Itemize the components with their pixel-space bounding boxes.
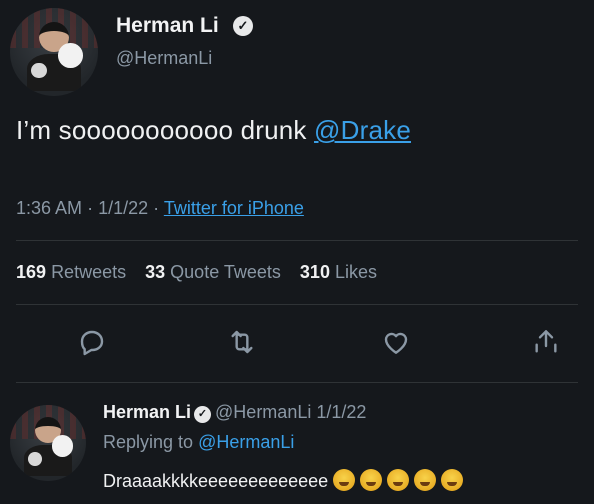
reply-date[interactable]: 1/1/22: [316, 402, 366, 422]
replying-to-label: Replying to: [103, 432, 194, 452]
reply-button[interactable]: [72, 322, 112, 362]
reply-text-body: Draaaakkkkeeeeeeeeeeeee: [103, 471, 329, 491]
share-button[interactable]: [526, 322, 566, 362]
author-name[interactable]: Herman Li: [116, 14, 219, 38]
retweets-stat[interactable]: 169 Retweets: [16, 262, 126, 282]
author-avatar[interactable]: [10, 8, 98, 96]
quotes-stat[interactable]: 33 Quote Tweets: [145, 262, 281, 282]
like-button[interactable]: [376, 322, 416, 362]
verified-badge-icon: ✓: [194, 406, 212, 423]
reply-author-name[interactable]: Herman Li: [103, 402, 191, 422]
crying-face-emoji-icon: [441, 469, 464, 491]
divider: [16, 382, 578, 383]
quotes-count: 33: [145, 262, 166, 282]
crying-face-emoji-icon: [387, 469, 410, 491]
retweets-label: Retweets: [51, 262, 127, 282]
reply-header: Herman Li ✓ @HermanLi 1/1/22: [103, 402, 366, 423]
crying-face-emoji-icon: [333, 469, 356, 491]
crying-face-emoji-icon: [360, 469, 383, 491]
tweet-actions: [0, 322, 594, 362]
share-icon: [535, 330, 557, 353]
tweet-date[interactable]: 1/1/22: [98, 198, 148, 218]
tweet-source-link[interactable]: Twitter for iPhone: [164, 198, 304, 218]
reply-text: Draaaakkkkeeeeeeeeeeeee: [103, 469, 464, 492]
likes-label: Likes: [334, 262, 378, 282]
reply-icon: [80, 330, 104, 356]
reply-author-handle[interactable]: @HermanLi: [215, 402, 311, 422]
replying-to: Replying to @HermanLi: [103, 432, 294, 453]
verified-badge-icon: ✓: [233, 16, 253, 36]
retweets-count: 169: [16, 262, 47, 282]
likes-stat[interactable]: 310 Likes: [300, 262, 377, 282]
reply-author-avatar[interactable]: [10, 405, 86, 481]
author-handle[interactable]: @HermanLi: [116, 48, 212, 69]
quotes-label: Quote Tweets: [170, 262, 281, 282]
like-icon: [384, 332, 408, 354]
replying-to-link[interactable]: @HermanLi: [198, 432, 294, 452]
emoji-row: [328, 469, 464, 491]
likes-count: 310: [299, 262, 330, 282]
tweet-stats: 169 Retweets 33 Quote Tweets 310 Likes: [16, 262, 377, 283]
tweet-meta: 1:36 AM · 1/1/22 · Twitter for iPhone: [16, 198, 304, 219]
tweet-text-body: I’m sooooooooooo drunk: [16, 115, 315, 145]
divider: [16, 240, 578, 241]
retweet-button[interactable]: [222, 322, 262, 362]
divider: [16, 304, 578, 305]
meta-separator: ·: [153, 198, 160, 218]
retweet-icon: [231, 330, 253, 354]
mention-link[interactable]: @Drake: [314, 115, 411, 145]
crying-face-emoji-icon: [414, 469, 437, 491]
meta-separator: ·: [87, 198, 94, 218]
tweet-text: I’m sooooooooooo drunk @Drake: [16, 115, 411, 146]
tweet-time[interactable]: 1:36 AM: [16, 198, 82, 218]
